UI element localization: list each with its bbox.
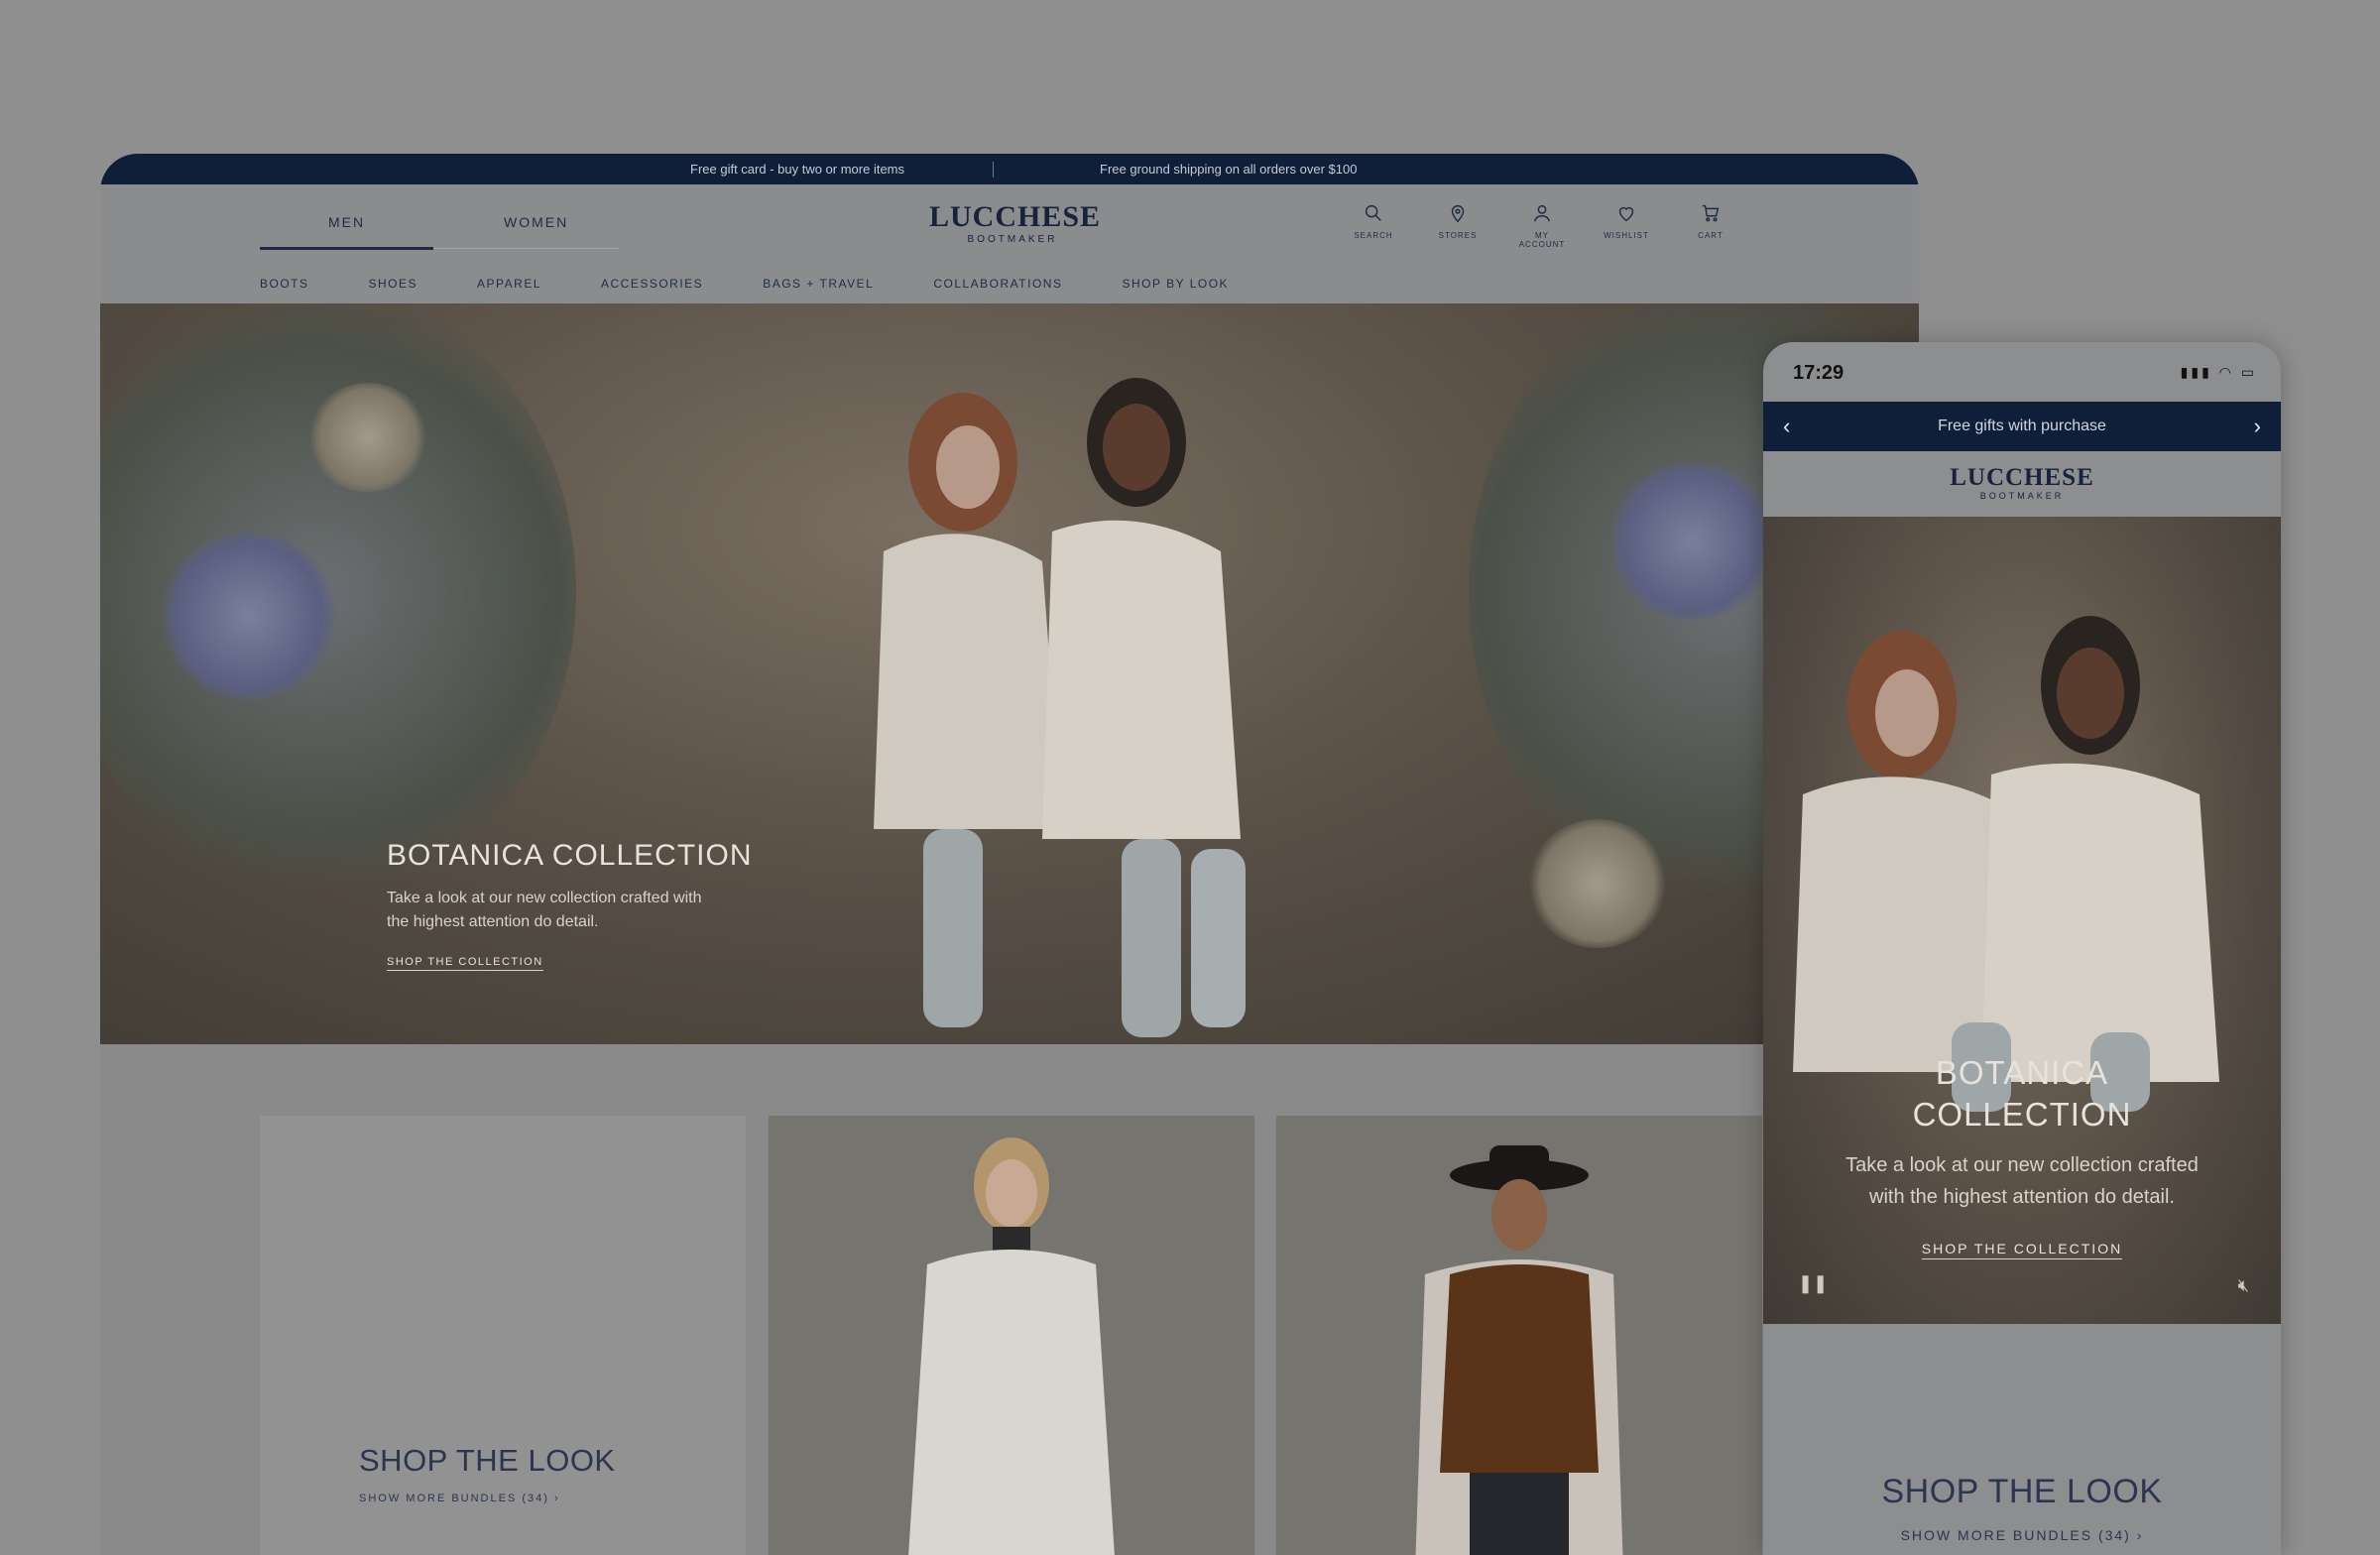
mobile-hero-banner[interactable]: BOTANICA COLLECTION Take a look at our n… [1763,517,2281,1324]
mobile-hero-title-line1: BOTANICA [1935,1054,2109,1091]
mobile-shop-collection-link[interactable]: SHOP THE COLLECTION [1921,1241,2123,1259]
account-button[interactable]: MY ACCOUNT [1512,202,1572,249]
tab-men[interactable]: MEN [328,214,365,230]
models-image [874,378,1246,1037]
mobile-show-more-bundles-label: SHOW MORE BUNDLES (34) [1900,1527,2131,1543]
wishlist-label: WISHLIST [1604,231,1649,240]
chevron-left-icon[interactable]: ‹ [1783,414,1790,439]
hero-banner[interactable]: BOTANICA COLLECTION Take a look at our n… [100,303,1919,1044]
brand-logo[interactable]: LUCCHESE BOOTMAKER [929,200,1102,246]
chevron-right-icon: › [553,1493,560,1504]
flower-cream-left [308,383,427,492]
location-icon [1451,205,1465,223]
mobile-hero-subtitle-line2: with the highest attention do detail. [1869,1186,2175,1208]
mute-icon[interactable]: 🔇︎ [2238,1275,2249,1296]
promo-divider [993,162,994,178]
flower-cream-right [1528,819,1667,948]
shop-the-look-panel: SHOP THE LOOK SHOW MORE BUNDLES (34) › [260,1116,746,1555]
mobile-promo-text[interactable]: Free gifts with purchase [1938,418,2106,435]
nav-shop-by-look[interactable]: SHOP BY LOOK [1122,277,1229,291]
flower-blue-right [1607,462,1776,621]
hero-title: BOTANICA COLLECTION [387,839,753,872]
account-label: MY ACCOUNT [1518,231,1566,249]
nav-accessories[interactable]: ACCESSORIES [601,277,703,291]
tab-active-indicator [260,247,433,250]
wishlist-button[interactable]: WISHLIST [1597,202,1656,240]
cart-button[interactable]: CART [1681,202,1740,240]
search-button[interactable]: SEARCH [1344,202,1403,240]
mobile-shop-the-look-title: SHOP THE LOOK [1881,1473,2163,1510]
mobile-hero-title-line2: COLLECTION [1912,1096,2132,1133]
chevron-right-icon[interactable]: › [2254,414,2261,439]
shop-the-look-section: SHOP THE LOOK SHOW MORE BUNDLES (34) › [260,1116,1762,1555]
nav-boots[interactable]: BOOTS [260,277,309,291]
search-label: SEARCH [1354,231,1393,240]
status-time: 17:29 [1793,362,1844,384]
stores-button[interactable]: STORES [1428,202,1488,240]
desktop-frame: Free gift card - buy two or more items F… [100,154,1919,1555]
mobile-hero-title: BOTANICA COLLECTION [1763,1052,2281,1136]
status-bar: 17:29 ▮▮▮ ◠ ▭ [1763,342,2281,402]
cart-label: CART [1698,231,1724,240]
search-icon [1365,204,1381,221]
mobile-models-image [1793,616,2219,1112]
nav-shoes[interactable]: SHOES [369,277,418,291]
tab-women[interactable]: WOMEN [504,214,568,230]
mobile-shop-the-look-section: SHOP THE LOOK SHOW MORE BUNDLES (34) › [1763,1324,2281,1543]
woman-model-image [908,1137,1115,1555]
account-icon [1533,204,1551,222]
logo-tagline: BOOTMAKER [967,234,1058,245]
mobile-hero-copy: BOTANICA COLLECTION Take a look at our n… [1763,1052,2281,1259]
mobile-logo-name: LUCCHESE [1950,464,2094,491]
look-photo-woman[interactable] [769,1116,1254,1555]
show-more-bundles-link[interactable]: SHOW MORE BUNDLES (34) › [359,1493,560,1504]
nav-collaborations[interactable]: COLLABORATIONS [933,277,1062,291]
nav-apparel[interactable]: APPAREL [477,277,541,291]
look-photo-man[interactable] [1276,1116,1762,1555]
logo-name: LUCCHESE [929,200,1102,233]
promo-gift-card[interactable]: Free gift card - buy two or more items [690,162,904,177]
chevron-right-icon: › [2136,1527,2144,1543]
man-model-image [1415,1145,1623,1555]
signal-wifi-battery-icon: ▮▮▮ ◠ ▭ [2180,364,2257,380]
heart-icon [1618,206,1634,222]
mobile-hero-subtitle: Take a look at our new collection crafte… [1763,1149,2281,1213]
mobile-promo-bar: ‹ Free gifts with purchase › [1763,402,2281,451]
promo-bar: Free gift card - buy two or more items F… [100,154,1919,184]
show-more-bundles-label: SHOW MORE BUNDLES (34) [359,1493,549,1504]
stores-label: STORES [1438,231,1478,240]
mobile-brand-logo[interactable]: LUCCHESE BOOTMAKER [1763,451,2281,517]
nav-bags-travel[interactable]: BAGS + TRAVEL [763,277,874,291]
pause-icon[interactable]: ❚❚ [1798,1273,1828,1294]
site-header: MEN WOMEN LUCCHESE BOOTMAKER SEARCH STOR… [100,184,1919,303]
category-nav: BOOTS SHOES APPAREL ACCESSORIES BAGS + T… [260,277,1288,291]
mobile-frame: 17:29 ▮▮▮ ◠ ▭ ‹ Free gifts with purchase… [1763,342,2281,1555]
mobile-hero-subtitle-line1: Take a look at our new collection crafte… [1845,1154,2199,1176]
flower-blue-left [160,532,338,700]
mobile-show-more-bundles-link[interactable]: SHOW MORE BUNDLES (34) › [1763,1527,2281,1543]
hero-copy: BOTANICA COLLECTION Take a look at our n… [387,839,753,971]
promo-shipping[interactable]: Free ground shipping on all orders over … [1100,162,1357,177]
shop-the-look-title: SHOP THE LOOK [359,1443,616,1478]
hero-subtitle: Take a look at our new collection crafte… [387,890,702,930]
mobile-logo-tagline: BOOTMAKER [1979,491,2065,501]
cart-icon [1702,204,1720,222]
shop-collection-link[interactable]: SHOP THE COLLECTION [387,956,543,971]
